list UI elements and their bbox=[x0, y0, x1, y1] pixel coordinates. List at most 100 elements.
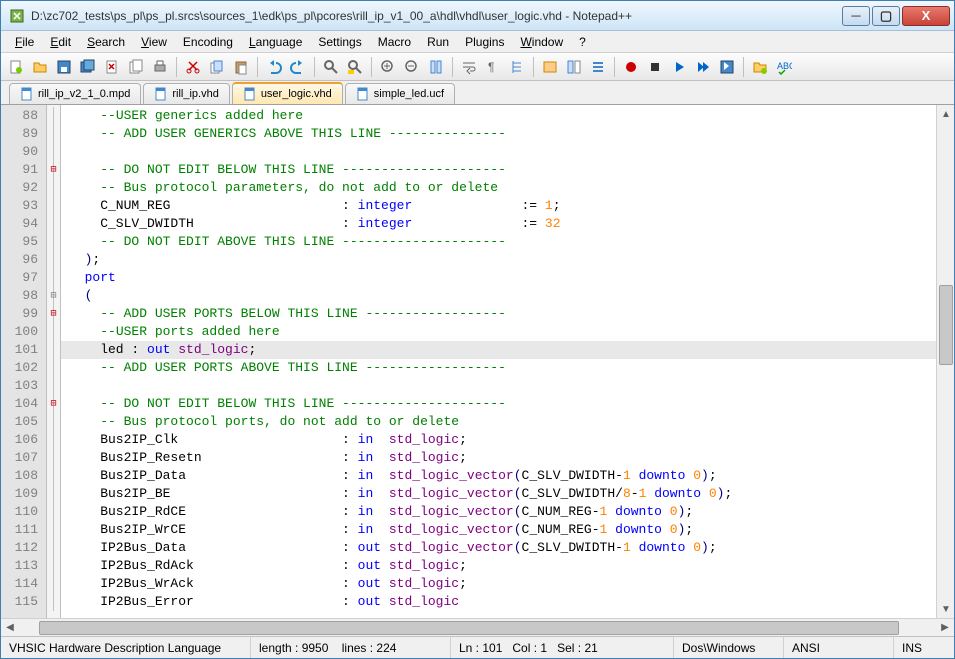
find-button[interactable] bbox=[320, 56, 342, 78]
scroll-left-arrow-icon[interactable]: ◀ bbox=[1, 619, 19, 637]
play-multi-button[interactable] bbox=[692, 56, 714, 78]
fold-marker[interactable]: ⊟ bbox=[47, 287, 60, 305]
menu-help[interactable]: ? bbox=[571, 33, 594, 51]
tab-rill-ip-vhd[interactable]: rill_ip.vhd bbox=[143, 83, 229, 104]
vertical-scrollbar[interactable]: ▲ ▼ bbox=[936, 105, 954, 618]
menu-macro[interactable]: Macro bbox=[370, 33, 419, 51]
menu-view[interactable]: View bbox=[133, 33, 175, 51]
doc-map-button[interactable] bbox=[563, 56, 585, 78]
tab-simple-led-ucf[interactable]: simple_led.ucf bbox=[345, 83, 455, 104]
menu-encoding[interactable]: Encoding bbox=[175, 33, 241, 51]
sync-vscroll-button[interactable] bbox=[425, 56, 447, 78]
line-number-gutter[interactable]: 8889909192939495969798991001011021031041… bbox=[1, 105, 47, 618]
scroll-down-arrow-icon[interactable]: ▼ bbox=[937, 600, 954, 618]
scroll-up-arrow-icon[interactable]: ▲ bbox=[937, 105, 954, 123]
code-line[interactable]: -- DO NOT EDIT BELOW THIS LINE ---------… bbox=[69, 395, 936, 413]
scroll-right-arrow-icon[interactable]: ▶ bbox=[936, 619, 954, 637]
code-line[interactable]: C_SLV_DWIDTH : integer := 32 bbox=[69, 215, 936, 233]
fold-marker[interactable]: ⊟ bbox=[47, 305, 60, 323]
undo-button[interactable] bbox=[263, 56, 285, 78]
tab-user-logic-vhd[interactable]: user_logic.vhd bbox=[232, 82, 343, 104]
fold-marker[interactable]: ⊟ bbox=[47, 161, 60, 179]
save-all-button[interactable] bbox=[77, 56, 99, 78]
code-line[interactable]: Bus2IP_RdCE : in std_logic_vector(C_NUM_… bbox=[69, 503, 936, 521]
maximize-button[interactable]: ▢ bbox=[872, 6, 900, 26]
code-line[interactable]: IP2Bus_WrAck : out std_logic; bbox=[69, 575, 936, 593]
stop-macro-button[interactable] bbox=[644, 56, 666, 78]
menu-settings[interactable]: Settings bbox=[310, 33, 369, 51]
fold-marker bbox=[47, 467, 60, 485]
code-line[interactable]: -- Bus protocol parameters, do not add t… bbox=[69, 179, 936, 197]
open-file-button[interactable] bbox=[29, 56, 51, 78]
copy-button[interactable] bbox=[206, 56, 228, 78]
code-editor[interactable]: --USER generics added here -- ADD USER G… bbox=[61, 105, 936, 618]
fold-marker[interactable]: ⊟ bbox=[47, 395, 60, 413]
menu-plugins[interactable]: Plugins bbox=[457, 33, 512, 51]
code-line[interactable]: IP2Bus_Error : out std_logic bbox=[69, 593, 936, 611]
code-line[interactable]: -- ADD USER PORTS BELOW THIS LINE ------… bbox=[69, 305, 936, 323]
fold-marker bbox=[47, 179, 60, 197]
menu-window[interactable]: Window bbox=[512, 33, 571, 51]
code-line[interactable]: Bus2IP_Data : in std_logic_vector(C_SLV_… bbox=[69, 467, 936, 485]
code-line[interactable]: IP2Bus_RdAck : out std_logic; bbox=[69, 557, 936, 575]
tab-rill-ip-mpd[interactable]: rill_ip_v2_1_0.mpd bbox=[9, 83, 141, 104]
spellcheck-button[interactable]: ABC bbox=[773, 56, 795, 78]
code-line[interactable]: Bus2IP_WrCE : in std_logic_vector(C_NUM_… bbox=[69, 521, 936, 539]
user-lang-button[interactable] bbox=[539, 56, 561, 78]
code-line[interactable]: ); bbox=[69, 251, 936, 269]
menu-search[interactable]: Search bbox=[79, 33, 133, 51]
code-line[interactable] bbox=[69, 377, 936, 395]
code-line[interactable]: C_NUM_REG : integer := 1; bbox=[69, 197, 936, 215]
close-file-button[interactable] bbox=[101, 56, 123, 78]
code-line[interactable]: Bus2IP_BE : in std_logic_vector(C_SLV_DW… bbox=[69, 485, 936, 503]
new-file-button[interactable] bbox=[5, 56, 27, 78]
fold-column[interactable]: ⊟⊟⊟⊟ bbox=[47, 105, 61, 618]
close-button[interactable]: X bbox=[902, 6, 950, 26]
code-line[interactable]: -- ADD USER GENERICS ABOVE THIS LINE ---… bbox=[69, 125, 936, 143]
record-macro-button[interactable] bbox=[620, 56, 642, 78]
scrollbar-track[interactable] bbox=[19, 619, 936, 637]
menu-language[interactable]: Language bbox=[241, 33, 310, 51]
wordwrap-button[interactable] bbox=[458, 56, 480, 78]
zoom-in-button[interactable] bbox=[377, 56, 399, 78]
line-number: 115 bbox=[1, 593, 38, 611]
code-line[interactable]: -- ADD USER PORTS ABOVE THIS LINE ------… bbox=[69, 359, 936, 377]
code-line[interactable]: port bbox=[69, 269, 936, 287]
save-macro-button[interactable] bbox=[716, 56, 738, 78]
close-all-button[interactable] bbox=[125, 56, 147, 78]
menu-file[interactable]: File bbox=[7, 33, 42, 51]
function-list-button[interactable] bbox=[587, 56, 609, 78]
paste-button[interactable] bbox=[230, 56, 252, 78]
scrollbar-thumb[interactable] bbox=[939, 285, 953, 365]
code-line[interactable]: -- Bus protocol ports, do not add to or … bbox=[69, 413, 936, 431]
code-line[interactable]: -- DO NOT EDIT ABOVE THIS LINE ---------… bbox=[69, 233, 936, 251]
code-line[interactable]: ( bbox=[69, 287, 936, 305]
code-line[interactable] bbox=[69, 143, 936, 161]
code-line[interactable]: --USER ports added here bbox=[69, 323, 936, 341]
save-button[interactable] bbox=[53, 56, 75, 78]
titlebar[interactable]: D:\zc702_tests\ps_pl\ps_pl.srcs\sources_… bbox=[1, 1, 954, 31]
cut-button[interactable] bbox=[182, 56, 204, 78]
menu-edit[interactable]: Edit bbox=[42, 33, 79, 51]
code-line[interactable]: Bus2IP_Resetn : in std_logic; bbox=[69, 449, 936, 467]
line-number: 96 bbox=[1, 251, 38, 269]
redo-button[interactable] bbox=[287, 56, 309, 78]
indent-guide-button[interactable] bbox=[506, 56, 528, 78]
open-explorer-button[interactable] bbox=[749, 56, 771, 78]
replace-button[interactable] bbox=[344, 56, 366, 78]
print-button[interactable] bbox=[149, 56, 171, 78]
menu-run[interactable]: Run bbox=[419, 33, 457, 51]
tabbar: rill_ip_v2_1_0.mpd rill_ip.vhd user_logi… bbox=[1, 81, 954, 105]
horizontal-scrollbar[interactable]: ◀ ▶ bbox=[1, 618, 954, 636]
status-eol: Dos\Windows bbox=[674, 637, 784, 658]
code-line[interactable]: -- DO NOT EDIT BELOW THIS LINE ---------… bbox=[69, 161, 936, 179]
play-macro-button[interactable] bbox=[668, 56, 690, 78]
code-line[interactable]: --USER generics added here bbox=[69, 107, 936, 125]
code-line[interactable]: IP2Bus_Data : out std_logic_vector(C_SLV… bbox=[69, 539, 936, 557]
minimize-button[interactable]: ─ bbox=[842, 6, 870, 26]
show-all-chars-button[interactable]: ¶ bbox=[482, 56, 504, 78]
scrollbar-thumb[interactable] bbox=[39, 621, 899, 635]
zoom-out-button[interactable] bbox=[401, 56, 423, 78]
code-line[interactable]: led : out std_logic; bbox=[61, 341, 936, 359]
code-line[interactable]: Bus2IP_Clk : in std_logic; bbox=[69, 431, 936, 449]
